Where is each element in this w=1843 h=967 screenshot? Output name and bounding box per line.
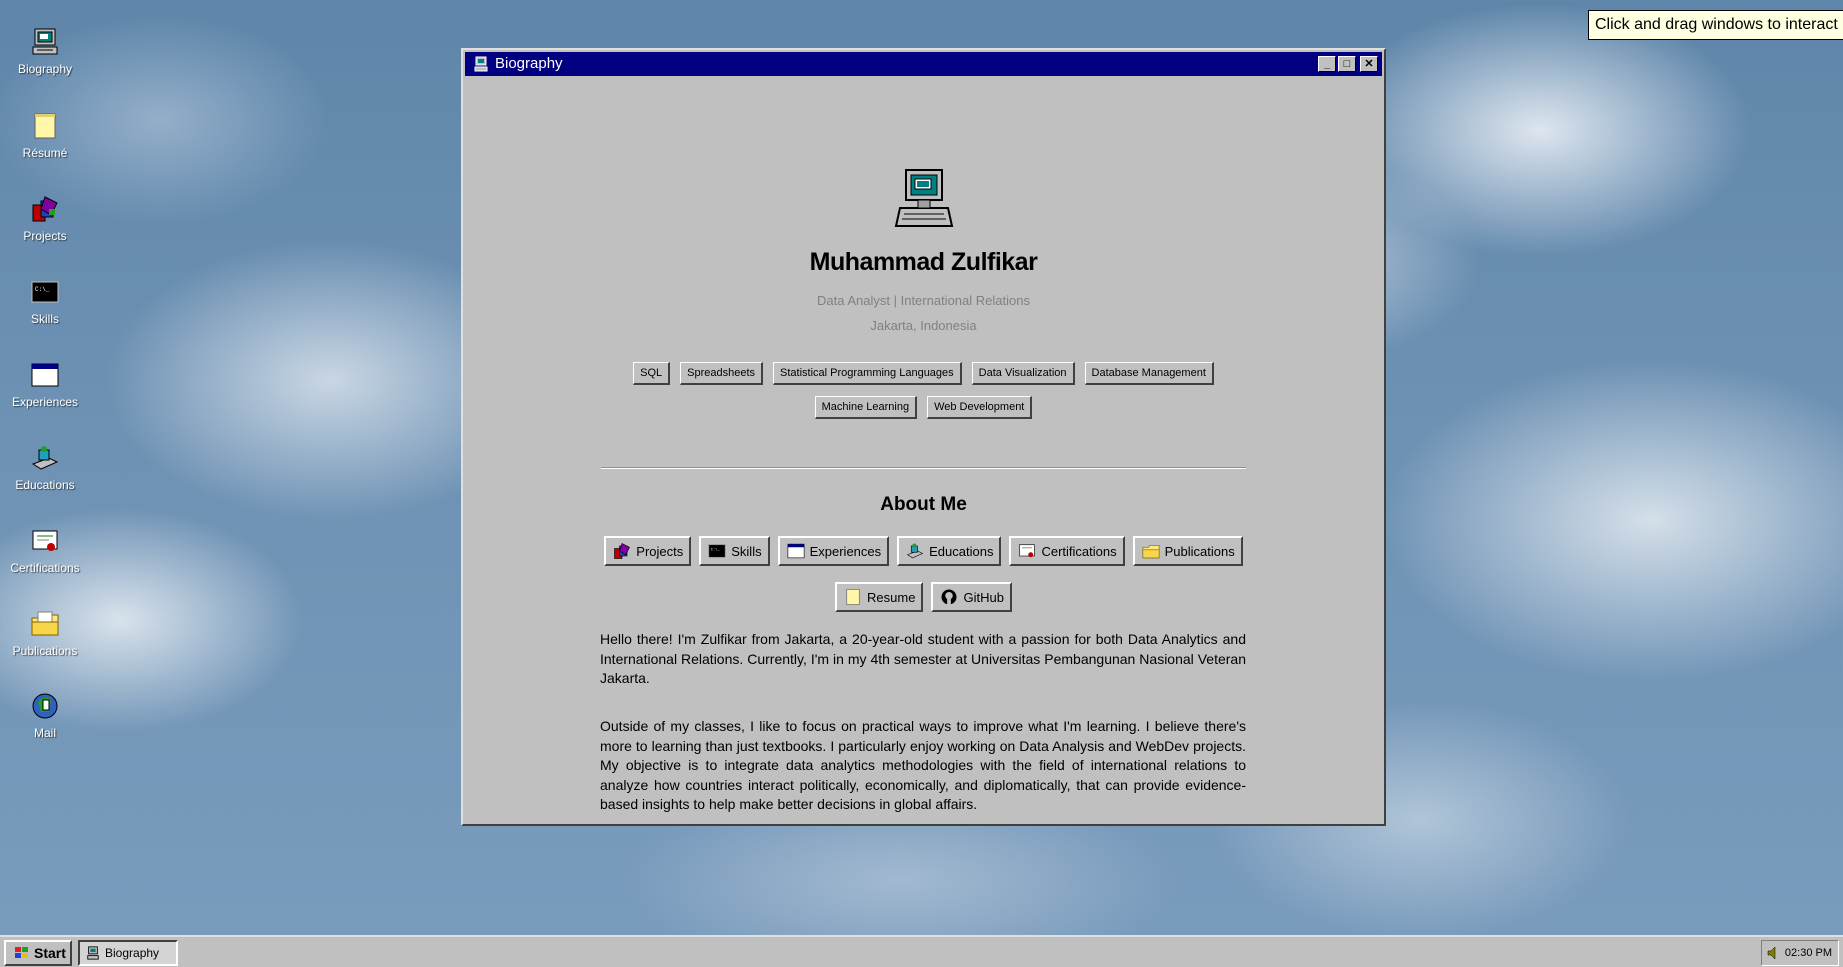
start-button[interactable]: Start bbox=[4, 940, 72, 966]
skill-chip-row: Machine Learning Web Development bbox=[583, 396, 1264, 419]
desktop-icon-biography[interactable]: Biography bbox=[6, 26, 84, 76]
computer-icon bbox=[474, 56, 488, 72]
desktop-icon-certifications[interactable]: Certifications bbox=[6, 525, 84, 575]
skill-chip: Data Visualization bbox=[971, 362, 1075, 385]
certificate-icon bbox=[32, 530, 58, 551]
publications-button[interactable]: Publications bbox=[1132, 536, 1243, 566]
hint-tooltip: Click and drag windows to interact bbox=[1588, 10, 1843, 40]
button-label: Experiences bbox=[809, 543, 882, 559]
button-label: Certifications bbox=[1041, 543, 1117, 559]
button-label: Educations bbox=[929, 543, 994, 559]
taskbar: Start Biography 02:30 PM bbox=[0, 935, 1843, 967]
skills-button[interactable]: C:\_ Skills bbox=[699, 536, 770, 566]
desktop-icon-label: Projects bbox=[23, 229, 67, 243]
desktop-icon-experiences[interactable]: Experiences bbox=[6, 359, 84, 409]
notepad-icon bbox=[34, 113, 56, 139]
skill-chip: Machine Learning bbox=[814, 396, 918, 419]
profile-location: Jakarta, Indonesia bbox=[870, 318, 977, 333]
windows-logo-icon bbox=[15, 947, 28, 958]
projects-button[interactable]: Projects bbox=[604, 536, 692, 566]
about-heading: About Me bbox=[880, 494, 967, 515]
projects-icon bbox=[32, 196, 58, 222]
skill-chip: SQL bbox=[633, 362, 671, 385]
maximize-button[interactable]: □ bbox=[1338, 56, 1356, 72]
desktop-icon-label: Certifications bbox=[10, 561, 80, 575]
taskbar-item-biography[interactable]: Biography bbox=[78, 940, 178, 966]
computer-icon bbox=[32, 28, 58, 55]
profile-tagline: Data Analyst | International Relations bbox=[817, 293, 1030, 308]
github-button[interactable]: GitHub bbox=[931, 582, 1012, 612]
window-icon bbox=[31, 363, 59, 387]
computer-icon bbox=[87, 946, 99, 960]
minimize-icon: _ bbox=[1323, 57, 1331, 70]
button-label: Skills bbox=[731, 543, 762, 559]
window-title: Biography bbox=[495, 55, 563, 72]
button-label: Projects bbox=[636, 543, 684, 559]
window-icon bbox=[787, 543, 805, 559]
desktop-icon-resume[interactable]: Résumé bbox=[6, 110, 84, 160]
terminal-icon: C:\_ bbox=[708, 544, 726, 558]
skill-chip-row: SQL Spreadsheets Statistical Programming… bbox=[583, 362, 1264, 385]
projects-icon bbox=[614, 543, 631, 559]
about-paragraph: Hello there! I'm Zulfikar from Jakarta, … bbox=[600, 631, 1246, 686]
desktop-icon-label: Educations bbox=[15, 478, 75, 492]
window-titlebar[interactable]: Biography _ □ ✕ bbox=[465, 52, 1382, 76]
close-icon: ✕ bbox=[1364, 57, 1374, 70]
github-icon bbox=[941, 589, 957, 605]
start-label: Start bbox=[34, 945, 66, 961]
desktop-icon-projects[interactable]: Projects bbox=[6, 193, 84, 243]
folder-icon bbox=[1142, 545, 1160, 559]
speaker-icon[interactable] bbox=[1767, 946, 1779, 960]
system-tray: 02:30 PM bbox=[1761, 940, 1839, 966]
svg-text:C:\_: C:\_ bbox=[711, 547, 721, 552]
computer-icon bbox=[894, 169, 954, 227]
button-label: GitHub bbox=[963, 589, 1004, 605]
nav-button-row: Resume GitHub bbox=[563, 582, 1284, 612]
desktop-icon-educations[interactable]: Educations bbox=[6, 442, 84, 492]
experiences-button[interactable]: Experiences bbox=[777, 536, 890, 566]
skill-chip: Database Management bbox=[1084, 362, 1214, 385]
biography-window[interactable]: Biography _ □ ✕ Muhammad Zulfikar Data A… bbox=[461, 48, 1386, 826]
education-icon bbox=[906, 543, 924, 559]
terminal-icon: C:\_ bbox=[31, 281, 59, 303]
education-icon bbox=[31, 446, 59, 470]
desktop-icon-label: Mail bbox=[33, 726, 56, 740]
desktop-icon-label: Résumé bbox=[22, 146, 68, 160]
educations-button[interactable]: Educations bbox=[897, 536, 1002, 566]
notepad-icon bbox=[846, 589, 860, 605]
minimize-button[interactable]: _ bbox=[1318, 56, 1336, 72]
certifications-button[interactable]: Certifications bbox=[1009, 536, 1125, 566]
desktop-icon-publications[interactable]: Publications bbox=[6, 608, 84, 658]
desktop-icon-label: Publications bbox=[12, 644, 78, 658]
skill-chip: Web Development bbox=[927, 396, 1033, 419]
clock: 02:30 PM bbox=[1784, 947, 1832, 959]
svg-text:C:\_: C:\_ bbox=[35, 286, 50, 293]
certificate-icon bbox=[1019, 544, 1036, 558]
divider bbox=[601, 467, 1246, 469]
folder-icon bbox=[31, 611, 59, 636]
skill-chip: Statistical Programming Languages bbox=[773, 362, 962, 385]
close-button[interactable]: ✕ bbox=[1360, 56, 1378, 72]
button-label: Publications bbox=[1164, 543, 1235, 559]
nav-button-row: Projects C:\_ Skills Experiences Educati… bbox=[563, 536, 1284, 566]
desktop-icon-label: Biography bbox=[17, 62, 73, 76]
resume-button[interactable]: Resume bbox=[835, 582, 924, 612]
mail-icon bbox=[32, 693, 58, 719]
desktop-icon-mail[interactable]: Mail bbox=[6, 690, 84, 740]
maximize-icon: □ bbox=[1343, 57, 1351, 70]
window-content: Muhammad Zulfikar Data Analyst | Interna… bbox=[463, 78, 1384, 824]
desktop-icon-label: Experiences bbox=[11, 395, 79, 409]
about-paragraph: Outside of my classes, I like to focus o… bbox=[600, 718, 1246, 812]
desktop-icon-label: Skills bbox=[30, 312, 59, 326]
taskbar-item-label: Biography bbox=[105, 946, 160, 960]
profile-name: Muhammad Zulfikar bbox=[809, 248, 1038, 276]
button-label: Resume bbox=[867, 589, 916, 605]
desktop-icon-skills[interactable]: C:\_ Skills bbox=[6, 276, 84, 326]
skill-chip: Spreadsheets bbox=[680, 362, 764, 385]
